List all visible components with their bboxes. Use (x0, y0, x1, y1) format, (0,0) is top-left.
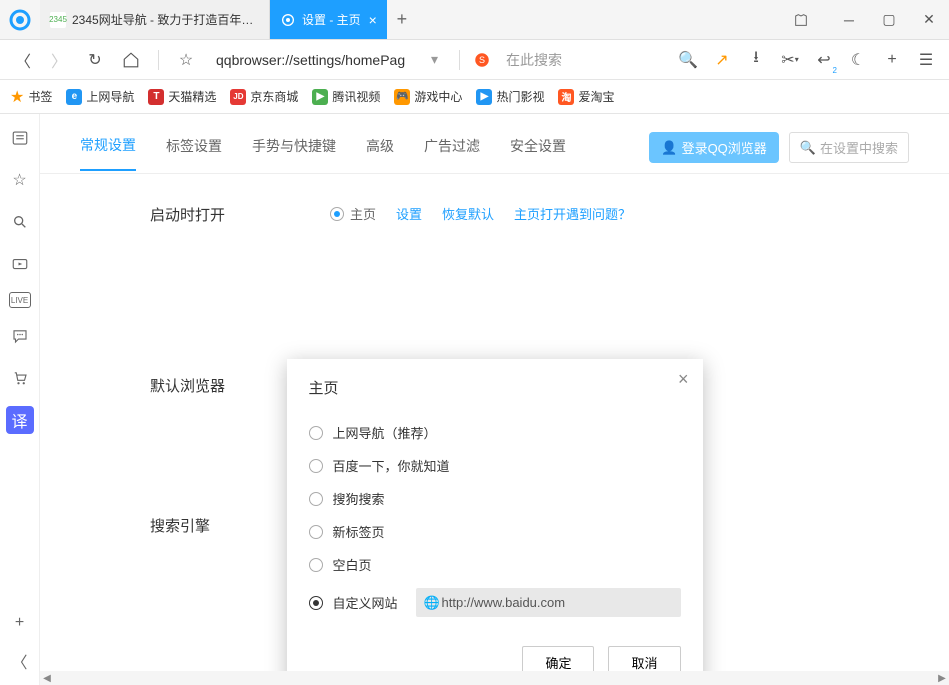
modal-option-nav[interactable]: 上网导航（推荐） (309, 416, 681, 449)
video-icon[interactable] (6, 250, 34, 278)
svg-text:S: S (479, 55, 485, 65)
collapse-rail-icon[interactable]: 〈 (6, 647, 34, 675)
modal-option-newtab[interactable]: 新标签页 (309, 515, 681, 548)
nav-tabs[interactable]: 标签设置 (166, 136, 222, 170)
tab-label: 2345网址导航 - 致力于打造百年品牌 (72, 11, 259, 28)
radio-icon (309, 525, 323, 539)
modal-title: 主页 (309, 377, 681, 398)
modal-option-baidu[interactable]: 百度一下，你就知道 (309, 449, 681, 482)
search-engine-icon[interactable]: S (472, 50, 492, 70)
close-button[interactable]: ✕ (909, 0, 949, 40)
modal-option-custom[interactable]: 自定义网站 🌐 (309, 581, 681, 624)
settings-icon (280, 12, 296, 28)
live-icon[interactable]: LIVE (9, 292, 31, 308)
app-logo (0, 0, 40, 40)
scissors-icon[interactable]: ✂▾ (775, 45, 805, 75)
dropdown-icon[interactable]: ▾ (431, 51, 438, 68)
custom-url-input[interactable] (416, 588, 681, 617)
scroll-left-icon[interactable]: ◀ (40, 671, 54, 685)
search-settings-input[interactable]: 🔍 在设置中搜索 (789, 132, 909, 163)
restore-link[interactable]: 恢复默认 (442, 204, 494, 223)
browser-tab-1[interactable]: 2345 2345网址导航 - 致力于打造百年品牌 (40, 0, 270, 39)
reload-button[interactable]: ↻ (80, 45, 110, 75)
bookmark-item[interactable]: T天猫精选 (148, 88, 216, 105)
divider (158, 50, 159, 70)
forward-button[interactable]: 〉 (44, 45, 74, 75)
download-icon[interactable]: ⭳ (741, 45, 771, 75)
bookmark-item[interactable]: 淘爱淘宝 (558, 88, 614, 105)
translate-icon[interactable]: 译 (6, 406, 34, 434)
nav-gestures[interactable]: 手势与快捷键 (252, 136, 336, 170)
bookmark-item[interactable]: JD京东商城 (230, 88, 298, 105)
news-icon[interactable] (6, 124, 34, 152)
chat-icon[interactable] (6, 322, 34, 350)
skin-icon[interactable] (781, 0, 821, 40)
restore-icon[interactable]: ↩2 (809, 45, 839, 75)
nav-adblock[interactable]: 广告过滤 (424, 136, 480, 170)
scroll-right-icon[interactable]: ▶ (935, 671, 949, 685)
radio-icon (309, 459, 323, 473)
tab-label: 设置 - 主页 (302, 11, 361, 28)
back-button[interactable]: 〈 (8, 45, 38, 75)
url-text: qqbrowser://settings/homePag (216, 52, 405, 68)
startup-label: 启动时打开 (150, 204, 330, 225)
radio-icon (330, 207, 344, 221)
home-button[interactable] (116, 45, 146, 75)
bookmark-item[interactable]: 🎮游戏中心 (394, 88, 462, 105)
new-tab-button[interactable]: + (387, 0, 417, 39)
modal-option-sogou[interactable]: 搜狗搜索 (309, 482, 681, 515)
favorites-icon[interactable]: ☆ (6, 166, 34, 194)
moon-icon[interactable]: ☾ (843, 45, 873, 75)
search-input[interactable]: 在此搜索 (498, 50, 667, 70)
bookmark-item[interactable]: ▶热门影视 (476, 88, 544, 105)
radio-homepage[interactable]: 主页 (330, 204, 376, 223)
star-icon: ★ (10, 87, 24, 107)
add-rail-icon[interactable]: + (6, 609, 34, 637)
site-icon: 2345 (50, 12, 66, 28)
plus-icon[interactable]: + (877, 45, 907, 75)
close-icon[interactable]: × (369, 12, 377, 28)
browser-tab-2[interactable]: 设置 - 主页 × (270, 0, 387, 39)
modal-option-blank[interactable]: 空白页 (309, 548, 681, 581)
address-bar[interactable]: qqbrowser://settings/homePag ▾ (207, 46, 447, 74)
zoom-icon[interactable]: 🔍 (673, 45, 703, 75)
bookmarks-label[interactable]: ★ 书签 (10, 87, 52, 107)
nav-general[interactable]: 常规设置 (80, 135, 136, 171)
nav-security[interactable]: 安全设置 (510, 136, 566, 170)
bookmark-item[interactable]: e上网导航 (66, 88, 134, 105)
close-icon[interactable]: × (678, 369, 689, 390)
radio-icon (309, 426, 323, 440)
radio-icon (309, 558, 323, 572)
homepage-modal: 主页 × 上网导航（推荐） 百度一下，你就知道 搜狗搜索 新标签页 (287, 359, 703, 685)
user-icon: 👤 (661, 140, 677, 156)
login-button[interactable]: 👤 登录QQ浏览器 (649, 132, 778, 163)
radio-icon (309, 596, 323, 610)
trouble-link[interactable]: 主页打开遇到问题？ (514, 204, 631, 223)
globe-icon: 🌐 (424, 595, 440, 611)
star-icon[interactable]: ☆ (171, 45, 201, 75)
bookmark-item[interactable]: ▶腾讯视频 (312, 88, 380, 105)
search-placeholder: 在此搜索 (506, 52, 562, 68)
menu-icon[interactable]: ☰ (911, 45, 941, 75)
set-link[interactable]: 设置 (396, 204, 422, 223)
minimize-button[interactable]: ─ (829, 0, 869, 40)
divider (459, 50, 460, 70)
radio-icon (309, 492, 323, 506)
search-rail-icon[interactable] (6, 208, 34, 236)
nav-advanced[interactable]: 高级 (366, 136, 394, 170)
search-icon: 🔍 (800, 140, 816, 156)
cart-icon[interactable] (6, 364, 34, 392)
maximize-button[interactable]: ▢ (869, 0, 909, 40)
history-icon[interactable]: ↗ (707, 45, 737, 75)
horizontal-scrollbar[interactable]: ◀ ▶ (40, 671, 949, 685)
